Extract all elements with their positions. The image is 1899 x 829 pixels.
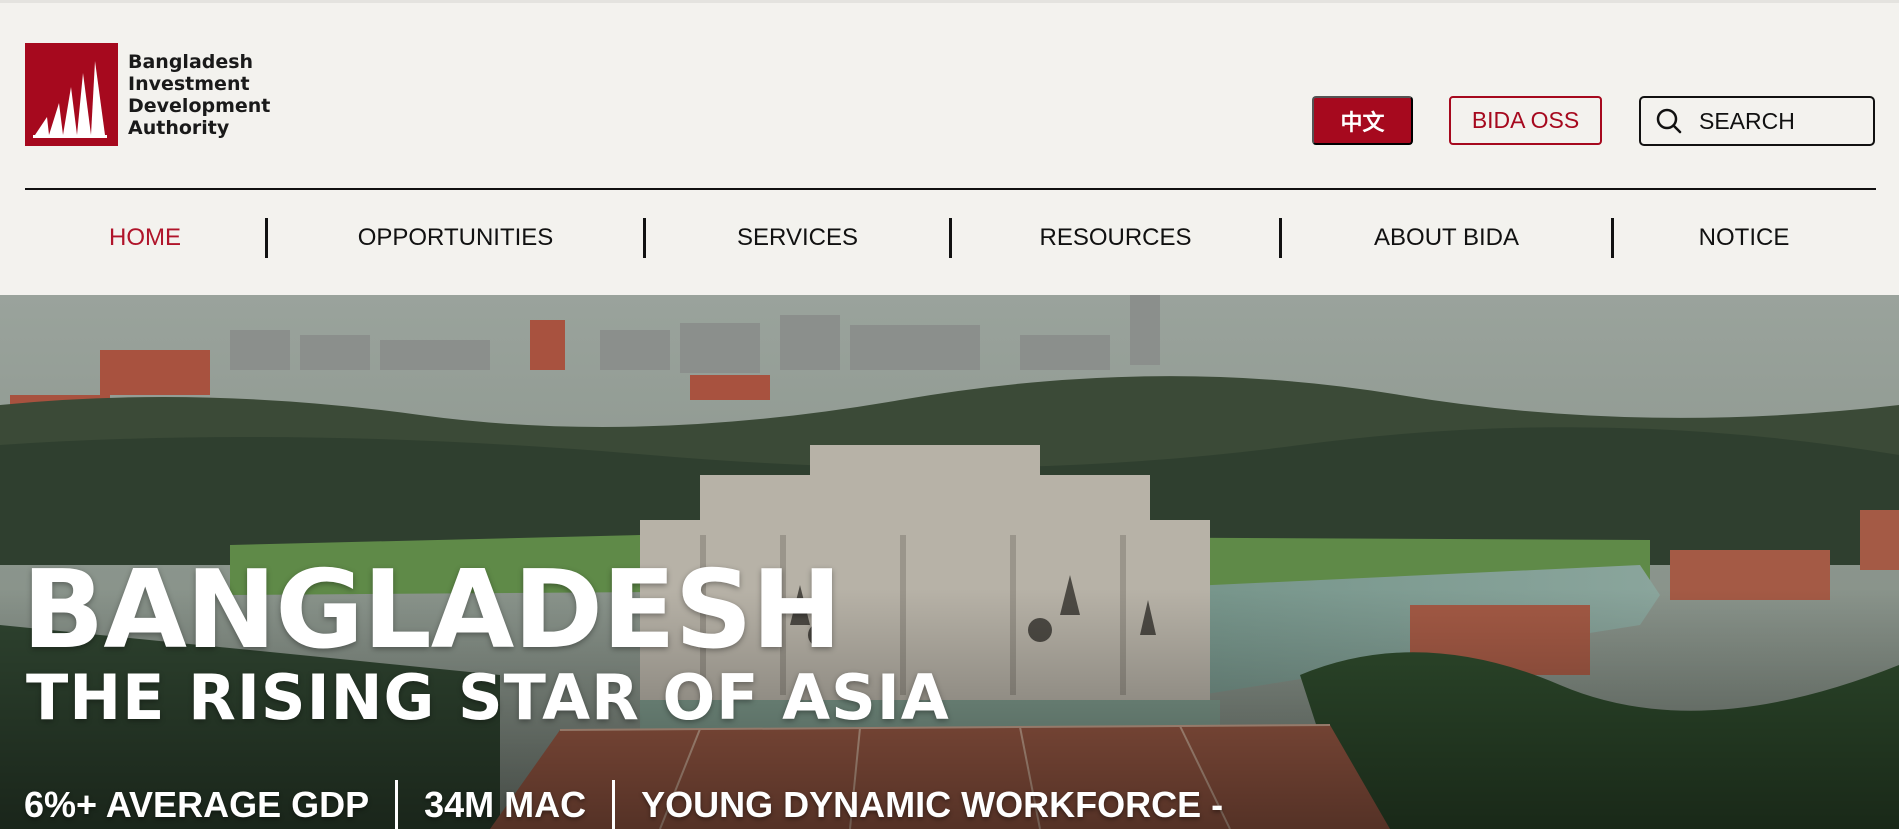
nav-item-notice[interactable]: NOTICE (1614, 224, 1874, 252)
search-box[interactable] (1639, 96, 1875, 146)
hero-subtitle: THE RISING STAR OF ASIA (26, 661, 950, 734)
chinese-language-button[interactable]: 中文 (1312, 96, 1413, 145)
nav-item-resources[interactable]: RESOURCES (952, 224, 1279, 252)
nav-item-services[interactable]: SERVICES (646, 224, 949, 252)
bida-logo[interactable]: Bangladesh Investment Development Author… (25, 43, 270, 146)
bida-logo-text: Bangladesh Investment Development Author… (128, 51, 270, 139)
stat-separator (612, 780, 616, 829)
stat-separator (395, 780, 399, 829)
logo-line-1: Bangladesh (128, 50, 254, 73)
search-input[interactable] (1699, 107, 1859, 135)
search-icon (1656, 108, 1682, 134)
stat-mac: 34M MAC (424, 784, 587, 825)
nav-item-opportunities[interactable]: OPPORTUNITIES (268, 224, 643, 252)
hero-stats: 6%+ AVERAGE GDP 34M MAC YOUNG DYNAMIC WO… (24, 780, 1223, 829)
nav-item-about-bida[interactable]: ABOUT BIDA (1282, 224, 1611, 252)
logo-line-3: Development (128, 94, 271, 117)
page: Bangladesh Investment Development Author… (0, 0, 1899, 829)
header-divider (25, 188, 1876, 190)
site-header: Bangladesh Investment Development Author… (0, 0, 1899, 295)
stat-gdp: 6%+ AVERAGE GDP (24, 784, 370, 825)
logo-line-2: Investment (128, 72, 250, 95)
bida-logo-mark-icon (25, 43, 118, 146)
hero-banner: BANGLADESH THE RISING STAR OF ASIA 6%+ A… (0, 295, 1899, 829)
nav-item-home[interactable]: HOME (25, 224, 265, 252)
bida-oss-button[interactable]: BIDA OSS (1449, 96, 1602, 145)
stat-workforce: YOUNG DYNAMIC WORKFORCE - (641, 784, 1224, 825)
logo-line-4: Authority (128, 116, 230, 139)
main-navigation: HOME OPPORTUNITIES SERVICES RESOURCES AB… (25, 213, 1876, 263)
hero-title: BANGLADESH (22, 548, 842, 673)
